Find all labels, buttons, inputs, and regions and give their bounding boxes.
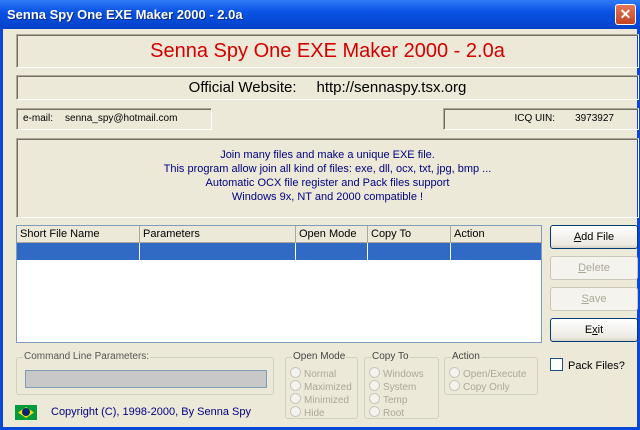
radio-label: Normal [304,369,337,380]
brazil-flag-icon [15,405,37,420]
delete-label: elete [586,262,610,274]
radio-label: Root [383,408,405,419]
radio-label: Minimized [304,395,350,406]
copy-to-system-radio[interactable]: System [369,380,416,393]
radio-label: Windows [383,369,424,380]
description-panel: Join many files and make a unique EXE fi… [16,138,639,218]
add-file-button[interactable]: Add File [550,225,638,249]
save-accel: S [581,293,589,305]
icq-value: 3973927 [575,113,614,124]
radio-label: Copy Only [463,382,510,393]
open-mode-minimized-radio[interactable]: Minimized [290,393,349,406]
delete-accel: D [578,262,587,274]
copy-to-temp-radio[interactable]: Temp [369,393,407,406]
save-button[interactable]: Save [550,287,638,311]
open-mode-hide-radio[interactable]: Hide [290,406,325,419]
website-panel: Official Website: http://sennaspy.tsx.org [16,75,639,100]
email-label: e-mail: [23,113,54,124]
action-label: Action [451,351,481,362]
command-line-group: Command Line Parameters: [16,351,274,395]
description-line: Windows 9x, NT and 2000 compatible ! [231,191,424,203]
app-headline: Senna Spy One EXE Maker 2000 - 2.0a [16,34,639,68]
copyright-text: Copyright (C), 1998-2000, By Senna Spy [51,406,251,418]
app-window: Senna Spy One EXE Maker 2000 - 2.0a ✕ Se… [0,0,640,430]
pack-files-checkbox[interactable]: Pack Files? [550,358,625,372]
radio-icon [290,380,301,391]
exit-label-end: it [597,324,604,336]
column-header-parameters[interactable]: Parameters [140,226,296,243]
description-line: Join many files and make a unique EXE fi… [220,149,435,161]
window-title: Senna Spy One EXE Maker 2000 - 2.0a [7,7,243,22]
radio-icon [369,380,380,391]
checkbox-box[interactable] [550,358,563,371]
description-line: Automatic OCX file register and Pack fil… [205,177,450,189]
radio-icon [369,406,380,417]
column-header-copy-to[interactable]: Copy To [368,226,451,243]
email-value: senna_spy@hotmail.com [65,113,178,124]
table-cell [296,243,368,260]
title-bar[interactable]: Senna Spy One EXE Maker 2000 - 2.0a ✕ [0,0,640,29]
radio-icon [290,393,301,404]
copy-to-label: Copy To [371,351,410,362]
radio-label: Open/Execute [463,369,527,380]
copy-to-group: Copy To Windows System Temp Root [364,351,439,419]
table-row[interactable] [17,243,541,260]
radio-label: Maximized [304,382,352,393]
delete-button[interactable]: Delete [550,256,638,280]
table-cell [368,243,451,260]
close-button[interactable]: ✕ [615,4,636,25]
save-label: ave [588,293,607,305]
radio-label: Temp [383,395,408,406]
file-list[interactable]: Short File Name Parameters Open Mode Cop… [16,225,542,343]
add-file-label: dd File [581,231,615,243]
radio-label: System [383,382,417,393]
column-header-action[interactable]: Action [451,226,541,243]
copy-to-root-radio[interactable]: Root [369,406,404,419]
action-open-execute-radio[interactable]: Open/Execute [449,367,526,380]
command-line-label: Command Line Parameters: [23,351,151,362]
website-url: http://sennaspy.tsx.org [316,79,467,96]
open-mode-normal-radio[interactable]: Normal [290,367,336,380]
column-header-short-file-name[interactable]: Short File Name [17,226,140,243]
command-line-input[interactable] [25,370,267,388]
description-line: This program allow join all kind of file… [163,163,492,175]
radio-icon [449,367,460,378]
pack-files-label: Pack Files? [568,360,625,372]
exit-button[interactable]: Exit [550,318,638,342]
icq-panel: ICQ UIN: 3973927 [443,108,639,130]
radio-icon [449,380,460,391]
open-mode-label: Open Mode [292,351,347,362]
icq-label: ICQ UIN: [514,113,556,124]
radio-icon [290,367,301,378]
column-header-open-mode[interactable]: Open Mode [296,226,368,243]
radio-icon [290,406,301,417]
table-cell [140,243,296,260]
file-list-header: Short File Name Parameters Open Mode Cop… [17,226,541,243]
open-mode-maximized-radio[interactable]: Maximized [290,380,352,393]
radio-label: Hide [304,408,325,419]
table-cell [17,243,140,260]
copy-to-windows-radio[interactable]: Windows [369,367,424,380]
radio-icon [369,367,380,378]
email-panel: e-mail: senna_spy@hotmail.com [16,108,212,130]
table-cell [451,243,541,260]
radio-icon [369,393,380,404]
website-label: Official Website: [188,79,297,96]
open-mode-group: Open Mode Normal Maximized Minimized Hid… [285,351,358,419]
action-group: Action Open/Execute Copy Only [444,351,538,395]
action-copy-only-radio[interactable]: Copy Only [449,380,510,393]
close-icon: ✕ [619,6,632,22]
